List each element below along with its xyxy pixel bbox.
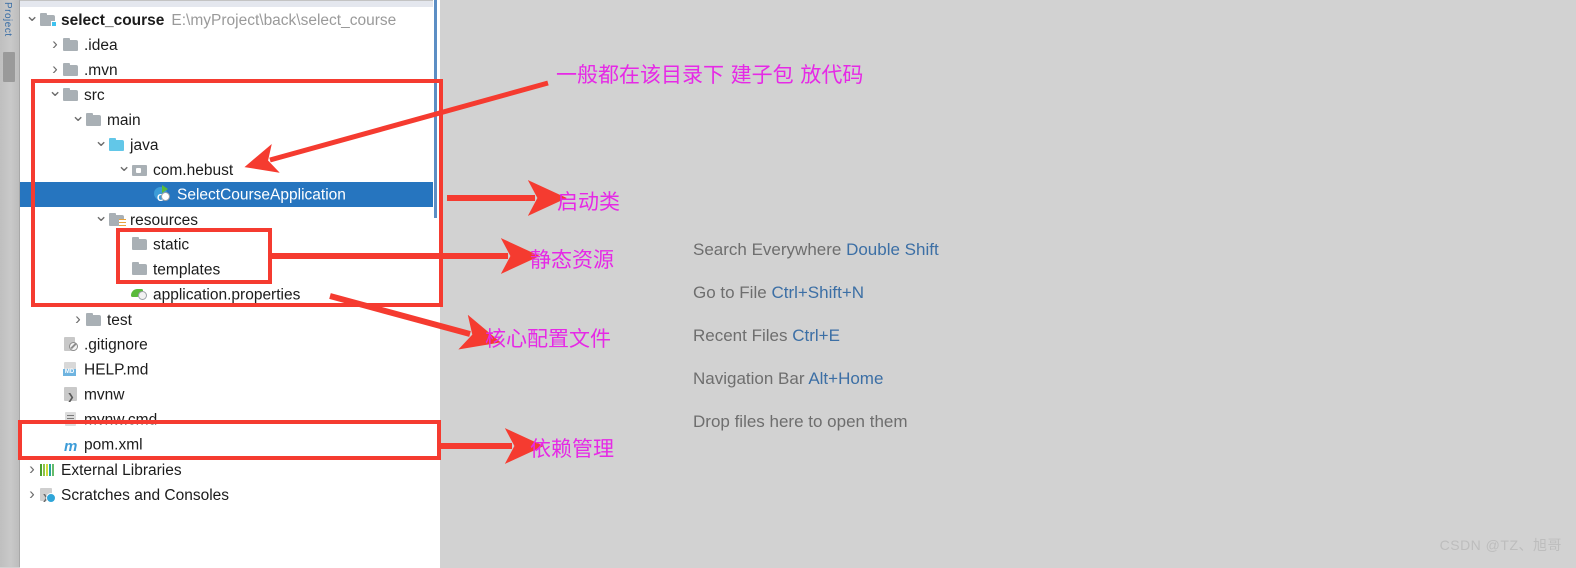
annotation-dependency-note: 依赖管理: [530, 437, 614, 461]
properties-icon: [131, 287, 149, 301]
annotation-main-class-note: 启动类: [557, 190, 620, 214]
tree-row-static[interactable]: static: [20, 232, 440, 257]
package-icon: [131, 163, 149, 177]
tree-row-test[interactable]: test: [20, 307, 440, 332]
chevron-right-icon[interactable]: [25, 457, 39, 484]
tree-row-label: resources: [130, 212, 199, 229]
tree-row-label: External Libraries: [61, 462, 182, 479]
tree-row-label: mvnw: [84, 386, 125, 404]
tree-row-mvn[interactable]: .mvn: [20, 57, 440, 82]
editor-hint-text: Navigation Bar: [693, 369, 805, 388]
editor-hint-text: Go to File: [693, 283, 767, 302]
tree-row-com-hebust[interactable]: com.hebust: [20, 157, 440, 182]
tree-row-mvnw-cmd[interactable]: mvnw.cmd: [20, 407, 440, 432]
gitignore-icon: [62, 337, 80, 351]
tree-row-label: SelectCourseApplication: [177, 186, 346, 204]
folder-icon: [131, 262, 149, 276]
editor-hint-1: Search Everywhere Double Shift: [693, 240, 939, 260]
chevron-down-icon[interactable]: [94, 132, 108, 159]
editor-hint-text: Drop files here to open them: [693, 412, 908, 431]
editor-hint-shortcut: Ctrl+Shift+N: [771, 283, 865, 302]
folder-icon: [62, 87, 80, 102]
tree-row-java[interactable]: java: [20, 132, 440, 157]
tree-row-label: com.hebust: [153, 162, 234, 179]
editor-hint-shortcut: Ctrl+E: [792, 326, 840, 345]
folder-sources-icon: [108, 137, 126, 152]
folder-icon: [131, 237, 149, 251]
chevron-down-icon[interactable]: [94, 207, 108, 234]
tree-row-label: src: [84, 87, 105, 104]
markdown-icon: MD: [62, 362, 80, 376]
tree-row-select-course[interactable]: select_course E:\myProject\back\select_co…: [20, 7, 440, 32]
annotation-static-note: 静态资源: [530, 248, 614, 272]
tree-row-label: HELP.md: [84, 361, 149, 379]
annotation-config-note: 核心配置文件: [485, 327, 611, 351]
editor-empty-hints: Search Everywhere Double Shift Go to File…: [693, 240, 939, 455]
tree-row-src[interactable]: src: [20, 82, 440, 107]
tool-window-strip: Project: [0, 0, 20, 567]
tree-row-resources[interactable]: resources: [20, 207, 440, 232]
cmd-file-icon: [62, 412, 80, 426]
tree-row-idea[interactable]: .idea: [20, 32, 440, 57]
folder-module-icon: [39, 12, 57, 27]
tree-row-label: .idea: [84, 37, 118, 54]
tree-row-label: static: [153, 236, 190, 254]
tree-row-scratches-and-consoles[interactable]: Scratches and Consoles: [20, 482, 440, 510]
scrollbar-thumb[interactable]: [434, 0, 437, 218]
tool-window-resize-handle[interactable]: [3, 52, 15, 82]
tree-row-path: E:\myProject\back\select_course: [171, 11, 397, 29]
chevron-right-icon[interactable]: [71, 307, 85, 334]
folder-icon: [85, 312, 103, 327]
chevron-down-icon[interactable]: [117, 157, 131, 184]
tree-row-selectcourseapplication[interactable]: SelectCourseApplication: [20, 182, 440, 211]
chevron-down-icon[interactable]: [25, 7, 39, 34]
project-tree-panel[interactable]: select_course E:\myProject\back\select_co…: [20, 0, 440, 568]
chevron-down-icon[interactable]: [48, 82, 62, 109]
editor-hint-shortcut: Alt+Home: [808, 369, 884, 388]
chevron-right-icon[interactable]: [48, 57, 62, 84]
tree-row-label: .mvn: [84, 62, 118, 79]
tree-row-label: Scratches and Consoles: [61, 487, 230, 504]
tree-row-label: java: [130, 137, 159, 154]
tree-row-main[interactable]: main: [20, 107, 440, 132]
folder-icon: [85, 112, 103, 127]
tree-row-label: mvnw.cmd: [84, 411, 158, 429]
tree-row-help-md[interactable]: MD HELP.md: [20, 357, 440, 382]
chevron-down-icon[interactable]: [71, 107, 85, 134]
tree-row-external-libraries[interactable]: External Libraries: [20, 457, 440, 482]
tree-row-label: templates: [153, 261, 221, 279]
editor-hint-2: Go to File Ctrl+Shift+N: [693, 283, 939, 303]
chevron-right-icon[interactable]: [48, 32, 62, 59]
tree-row-label: main: [107, 112, 141, 129]
watermark: CSDN @TZ、旭哥: [1439, 537, 1562, 553]
folder-icon: [62, 62, 80, 77]
tree-row-label: test: [107, 312, 132, 329]
tree-row-application-properties[interactable]: application.properties: [20, 282, 440, 307]
tree-row-pom-xml[interactable]: pom.xml: [20, 432, 440, 459]
script-icon: [62, 385, 80, 410]
editor-hint-text: Recent Files: [693, 326, 788, 345]
tree-row-label: .gitignore: [84, 336, 148, 354]
tree-row-templates[interactable]: templates: [20, 257, 440, 282]
editor-hint-4: Navigation Bar Alt+Home: [693, 369, 939, 389]
chevron-right-icon[interactable]: [25, 482, 39, 509]
scratches-icon: [39, 485, 57, 510]
tree-row-label: application.properties: [153, 286, 301, 304]
tree-row-gitignore[interactable]: .gitignore: [20, 332, 440, 357]
annotation-src-note: 一般都在该目录下 建子包 放代码: [556, 63, 864, 87]
spring-class-icon: [154, 185, 173, 211]
folder-resources-icon: [108, 212, 126, 227]
editor-hint-text: Search Everywhere: [693, 240, 842, 259]
project-tree-scrollbar[interactable]: [433, 0, 440, 567]
project-tool-tab[interactable]: Project: [2, 2, 13, 37]
tree-row-label: pom.xml: [84, 436, 143, 454]
external-libraries-icon: [39, 463, 57, 477]
tree-row-label: select_course: [61, 12, 165, 29]
tree-row-mvnw[interactable]: mvnw: [20, 382, 440, 410]
editor-hint-5: Drop files here to open them: [693, 412, 939, 432]
editor-hint-3: Recent Files Ctrl+E: [693, 326, 939, 346]
folder-icon: [62, 37, 80, 52]
maven-icon: [62, 434, 80, 459]
editor-hint-shortcut: Double Shift: [846, 240, 939, 259]
